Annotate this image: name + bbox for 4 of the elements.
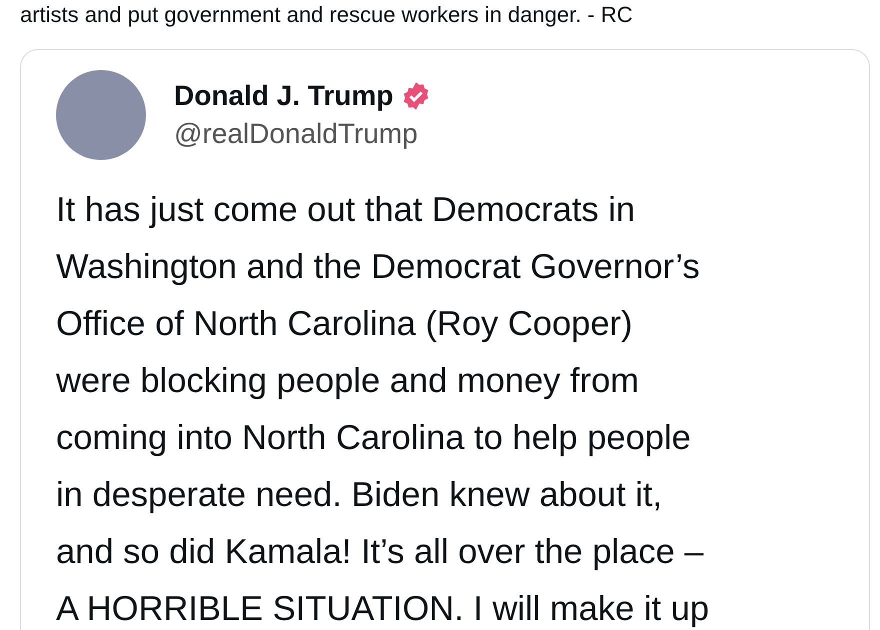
quoted-post-text: It has just come out that Democrats in Washington and the Democrat Governor’s Office of North Carolina (Roy Cooper) were blocking people and money from coming into North Carolina to help people in desperate need. Biden knew about it, and so did Kamala! It’s all over the place – A HORRIBLE SITUATION. I will make it up: [56, 190, 710, 630]
author-handle: @realDonaldTrump: [174, 118, 419, 150]
post-text: artists and put government and rescue workers in danger. - RC: [19, 1, 634, 28]
author-name: Donald J. Trump: [174, 80, 394, 112]
